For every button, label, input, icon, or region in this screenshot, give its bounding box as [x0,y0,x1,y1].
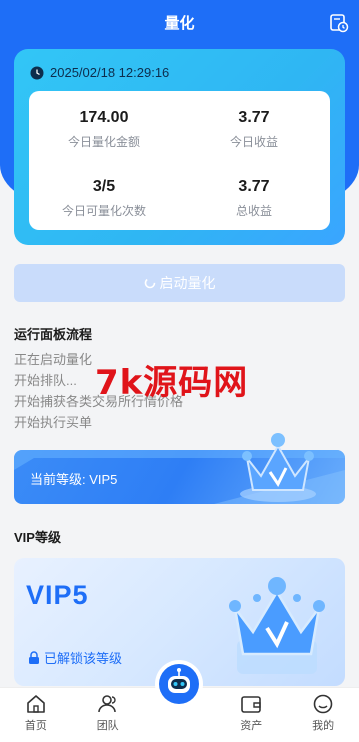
stat-remaining-times: 3/5 今日可量化次数 [29,178,179,219]
nav-label: 团队 [96,720,119,732]
stat-total-income: 3.77 总收益 [179,178,329,219]
page-title: 量化 [164,15,195,32]
crown-icon [240,433,316,502]
stat-today-income: 3.77 今日收益 [179,109,329,150]
watermark: 7k源码网 [95,363,249,403]
nav-home[interactable]: 首页 [0,688,72,742]
nav-label: 资产 [240,720,263,732]
stat-value: 174.00 [79,109,129,126]
stat-label: 总收益 [235,204,272,218]
vip-status: 已解锁该等级 [28,648,122,667]
stat-label: 今日可量化次数 [61,204,146,218]
vip-section-title: VIP等级 [14,530,61,545]
process-title: 运行面板流程 [14,327,93,342]
nav-assets[interactable]: 资产 [215,688,287,742]
top-bar: 量化 [0,0,359,48]
spinner-icon [144,277,155,289]
lock-icon [29,650,39,664]
stats-panel: 174.00 今日量化金额 3.77 今日收益 3/5 今日可量化次数 3.77… [29,91,330,230]
vip-name: VIP5 [26,580,89,610]
start-quant-label: 启动量化 [159,275,216,291]
history-icon[interactable] [329,13,349,33]
clock-icon [30,66,44,79]
stat-label: 今日量化金额 [67,135,140,149]
datetime-row: 2025/02/18 12:29:16 [30,65,169,80]
team-icon [97,695,116,713]
nav-team[interactable]: 团队 [72,688,144,742]
nav-profile[interactable]: 我的 [287,688,359,742]
nav-robot-button[interactable] [155,660,203,708]
stat-today-amount: 174.00 今日量化金额 [29,109,179,150]
profile-icon [313,694,333,714]
datetime-text: 2025/02/18 12:29:16 [50,65,170,80]
robot-icon [159,664,199,704]
stat-value: 3.77 [238,109,270,126]
stats-card: 2025/02/18 12:29:16 174.00 今日量化金额 3.77 今… [14,49,345,245]
stat-label: 今日收益 [229,135,278,149]
stat-value: 3.77 [238,178,270,195]
process-step: 开始执行买单 [14,415,93,430]
crown-icon [229,577,325,674]
nav-label: 首页 [24,720,47,732]
vip-status-text: 已解锁该等级 [44,651,123,666]
stat-value: 3/5 [92,178,116,195]
nav-label: 我的 [312,720,335,732]
home-icon [27,695,45,713]
start-quant-button[interactable]: 启动量化 [14,264,345,302]
current-level-text: 当前等级: VIP5 [30,472,118,487]
wallet-icon [241,696,262,713]
